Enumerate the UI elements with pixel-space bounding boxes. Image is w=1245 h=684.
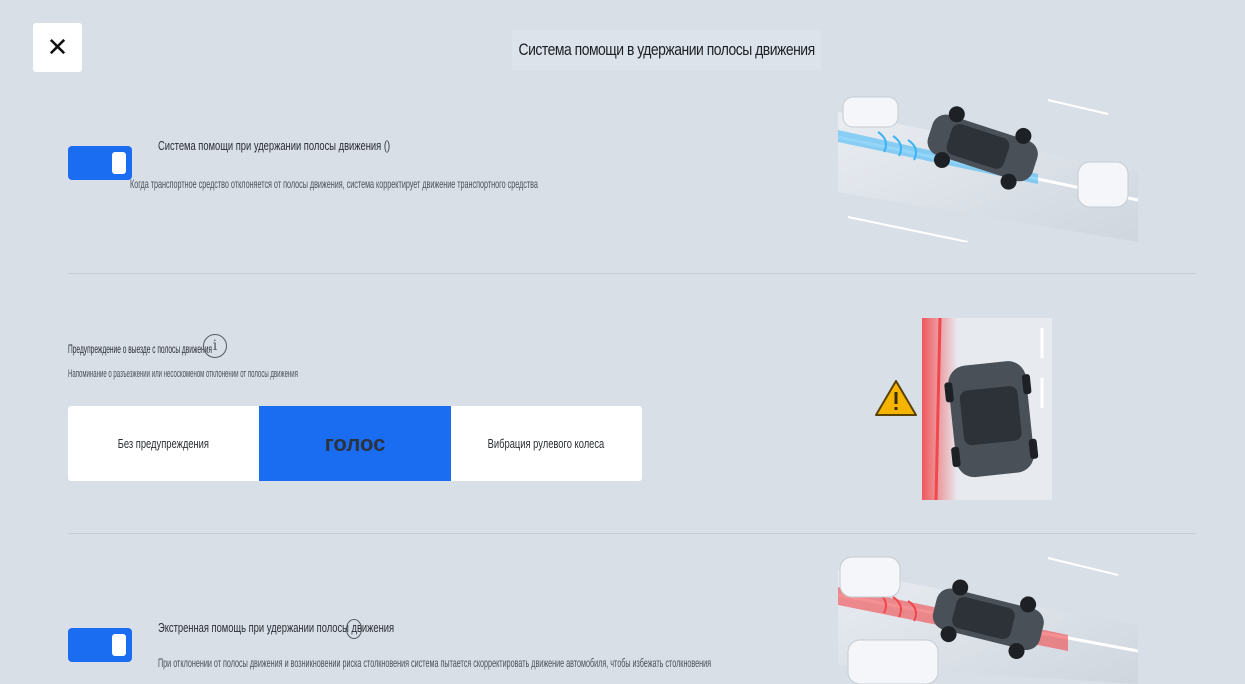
departure-warning-illustration bbox=[922, 318, 1052, 500]
lane-keep-description: Когда транспортное средство отклоняется … bbox=[130, 177, 538, 191]
section-divider bbox=[68, 273, 1196, 274]
lane-keep-title: Система помощи при удержании полосы движ… bbox=[158, 138, 391, 153]
info-icon[interactable]: i bbox=[203, 334, 227, 358]
toggle-knob bbox=[112, 634, 126, 656]
emergency-description: При отклонении от полосы движения и возн… bbox=[158, 656, 712, 670]
close-button[interactable]: ✕ bbox=[33, 23, 82, 72]
departure-warning-description: Напоминание о разъезжении или несоскомен… bbox=[68, 368, 298, 380]
lane-keep-illustration bbox=[838, 96, 1138, 242]
option-voice[interactable]: голос bbox=[259, 406, 451, 481]
departure-warning-title: Предупреждение о выезде с полосы движени… bbox=[68, 342, 212, 356]
close-icon[interactable]: ✕ bbox=[47, 33, 69, 63]
option-no-warning[interactable]: Без предупреждения bbox=[68, 406, 259, 481]
lane-keep-toggle[interactable] bbox=[68, 146, 132, 180]
section-divider bbox=[68, 533, 1196, 534]
emergency-lane-keep-toggle[interactable] bbox=[68, 628, 132, 662]
info-icon[interactable] bbox=[346, 619, 362, 639]
option-steering-vibration[interactable]: Вибрация рулевого колеса bbox=[451, 406, 642, 481]
page-title: Система помощи в удержании полосы движен… bbox=[512, 30, 822, 70]
toggle-knob bbox=[112, 152, 126, 174]
emergency-illustration bbox=[838, 556, 1138, 684]
warning-icon bbox=[875, 380, 917, 416]
warning-mode-selector: Без предупреждения голос Вибрация рулево… bbox=[68, 406, 642, 481]
